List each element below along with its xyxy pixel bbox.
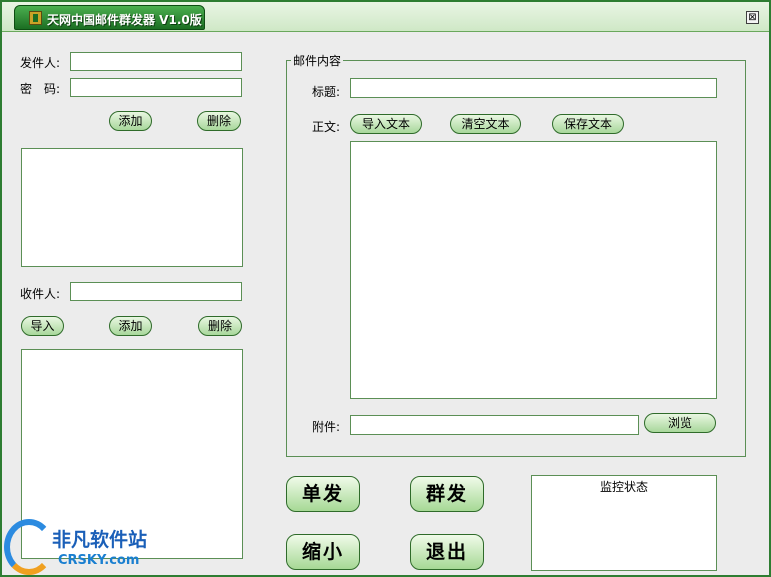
watermark-en-text: CRSKY.com [58, 553, 140, 568]
recipient-input[interactable] [70, 282, 242, 301]
body-label: 正文: [312, 120, 341, 134]
clear-text-button[interactable]: 清空文本 [450, 114, 521, 134]
recipient-add-button[interactable]: 添加 [109, 316, 152, 336]
app-window: 天网中国邮件群发器 V1.0版 ⊠ 发件人: 密 码: 添加 删除 收件人: 导… [0, 0, 771, 577]
recipient-label: 收件人: [20, 287, 61, 301]
body-textarea[interactable] [350, 141, 717, 399]
attachment-label: 附件: [312, 420, 341, 434]
monitor-status-panel: 监控状态 [531, 475, 717, 571]
group-send-button[interactable]: 群发 [410, 476, 484, 512]
watermark-logo: 非凡软件站 CRSKY.com [0, 517, 160, 577]
sender-input[interactable] [70, 52, 242, 71]
single-send-button[interactable]: 单发 [286, 476, 360, 512]
password-input[interactable] [70, 78, 242, 97]
title-tab: 天网中国邮件群发器 V1.0版 [14, 5, 205, 30]
save-text-button[interactable]: 保存文本 [552, 114, 624, 134]
title-bar: 天网中国邮件群发器 V1.0版 ⊠ [2, 2, 769, 32]
subject-input[interactable] [350, 78, 717, 98]
watermark-cn-text: 非凡软件站 [52, 529, 148, 551]
mail-content-legend: 邮件内容 [291, 52, 344, 69]
window-title: 天网中国邮件群发器 V1.0版 [47, 13, 202, 27]
subject-label: 标题: [312, 85, 341, 99]
sender-delete-button[interactable]: 删除 [197, 111, 241, 131]
password-label: 密 码: [20, 82, 61, 96]
app-icon [29, 11, 42, 25]
minimize-button[interactable]: 缩小 [286, 534, 360, 570]
monitor-status-title: 监控状态 [599, 480, 648, 494]
sender-list[interactable] [21, 148, 243, 267]
sender-label: 发件人: [20, 56, 61, 70]
import-text-button[interactable]: 导入文本 [350, 114, 422, 134]
watermark-swoosh-icon [4, 519, 54, 575]
recipient-import-button[interactable]: 导入 [21, 316, 64, 336]
recipient-delete-button[interactable]: 删除 [198, 316, 242, 336]
close-button[interactable]: ⊠ [746, 11, 759, 24]
attachment-input[interactable] [350, 415, 639, 435]
sender-add-button[interactable]: 添加 [109, 111, 152, 131]
browse-button[interactable]: 浏览 [644, 413, 716, 433]
exit-button[interactable]: 退出 [410, 534, 484, 570]
